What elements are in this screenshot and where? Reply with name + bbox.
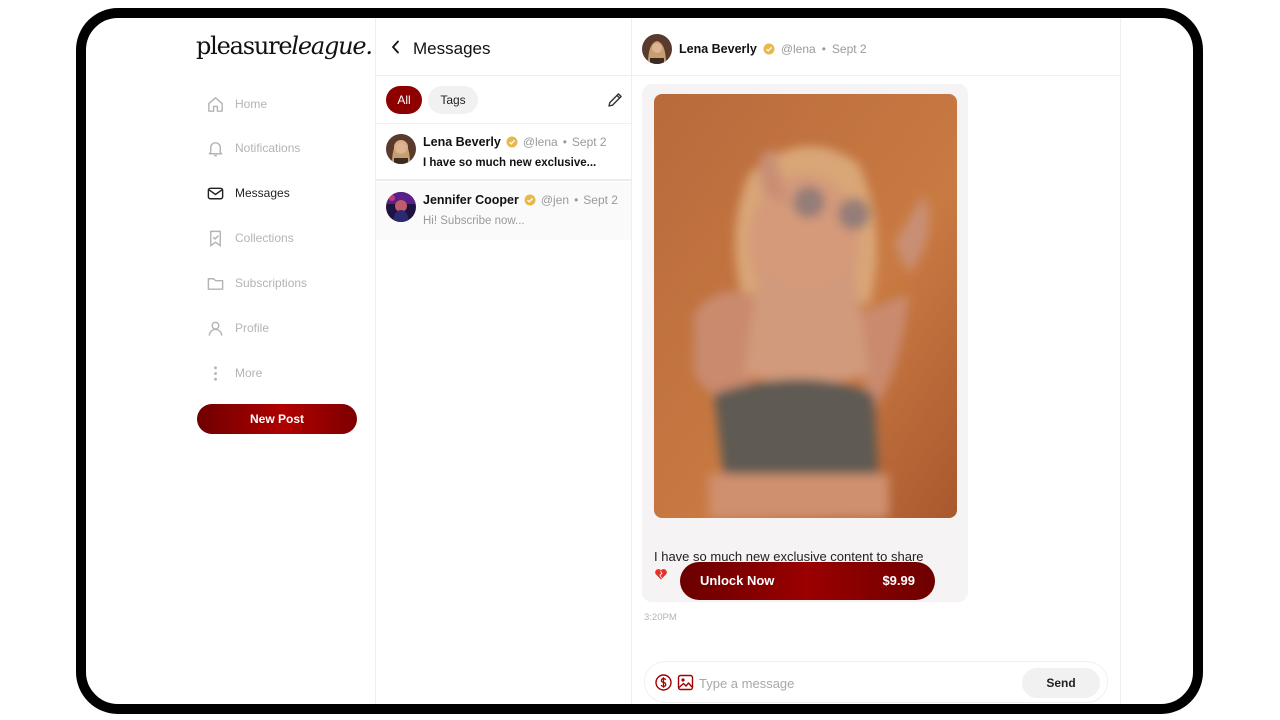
back-arrow-icon[interactable] bbox=[390, 40, 402, 54]
unlock-price: $9.99 bbox=[882, 573, 915, 588]
bookmark-icon bbox=[210, 230, 221, 247]
avatar bbox=[386, 192, 416, 222]
message-composer: Send bbox=[644, 661, 1108, 703]
conversation-item[interactable]: Lena Beverly @lena • Sept 2 I have so mu… bbox=[376, 123, 632, 181]
more-vertical-icon bbox=[214, 365, 217, 381]
heart-emoji-icon bbox=[655, 569, 667, 580]
messages-header: Messages bbox=[376, 18, 632, 76]
sidebar-item-label: More bbox=[235, 366, 263, 380]
new-post-button[interactable]: New Post bbox=[197, 404, 357, 434]
sidebar-item-notifications[interactable]: Notifications bbox=[206, 133, 300, 163]
send-button[interactable]: Send bbox=[1022, 668, 1100, 698]
message-text: I have so much new exclusive content to … bbox=[654, 549, 924, 564]
brand-logo[interactable]: pleasureleague. bbox=[196, 32, 373, 60]
conversation-header: Lena Beverly @lena • Sept 2 bbox=[423, 135, 607, 149]
chat-contact-handle: @lena bbox=[780, 42, 816, 56]
logo-text-regular: pleasure bbox=[196, 32, 293, 60]
separator-dot: • bbox=[562, 135, 567, 149]
avatar[interactable] bbox=[642, 34, 672, 64]
app-screen: pleasureleague. Home Notifications Messa… bbox=[86, 18, 1193, 704]
mail-icon bbox=[207, 187, 224, 199]
sidebar-item-more[interactable]: More bbox=[206, 358, 262, 388]
divider bbox=[1120, 18, 1121, 704]
messages-panel: Messages All Tags Lena Beverly @lena • S… bbox=[376, 18, 632, 704]
sidebar-item-label: Subscriptions bbox=[235, 276, 308, 290]
sidebar-item-label: Collections bbox=[235, 231, 294, 245]
bell-icon bbox=[208, 141, 223, 156]
chat-contact-name[interactable]: Lena Beverly bbox=[679, 42, 757, 56]
verified-badge-icon bbox=[524, 194, 536, 206]
conversation-item[interactable]: Jennifer Cooper @jen • Sept 2 Hi! Subscr… bbox=[376, 182, 632, 240]
dollar-tip-icon[interactable] bbox=[655, 674, 672, 691]
home-icon bbox=[208, 96, 223, 112]
compose-pencil-icon[interactable] bbox=[606, 91, 624, 109]
conversation-handle: @lena bbox=[522, 135, 558, 149]
chat-header-info: Lena Beverly @lena • Sept 2 bbox=[679, 42, 867, 56]
conversation-preview: Hi! Subscribe now... bbox=[423, 215, 525, 227]
conversation-name: Lena Beverly bbox=[423, 135, 501, 149]
separator-dot: • bbox=[821, 42, 826, 56]
conversation-date: Sept 2 bbox=[571, 135, 607, 149]
sidebar-item-profile[interactable]: Profile bbox=[206, 313, 269, 343]
sidebar-item-label: Profile bbox=[235, 321, 270, 335]
message-input[interactable] bbox=[699, 671, 999, 695]
sidebar-item-subscriptions[interactable]: Subscriptions bbox=[206, 268, 307, 298]
separator-dot: • bbox=[574, 193, 579, 207]
conversation-date: Sept 2 bbox=[583, 193, 618, 207]
filter-chip-tags[interactable]: Tags bbox=[428, 86, 478, 114]
verified-badge-icon bbox=[506, 136, 518, 148]
device-frame: pleasureleague. Home Notifications Messa… bbox=[76, 8, 1203, 714]
sidebar-item-label: Messages bbox=[235, 186, 290, 200]
page-title: Messages bbox=[413, 39, 491, 58]
chat-panel: Lena Beverly @lena • Sept 2 Unlock Now $… bbox=[632, 18, 1121, 704]
avatar bbox=[386, 134, 416, 164]
logo-text-italic: league. bbox=[291, 32, 373, 60]
sidebar-item-label: Notifications bbox=[235, 141, 301, 155]
sidebar-item-label: Home bbox=[235, 97, 268, 111]
sidebar-item-collections[interactable]: Collections bbox=[206, 223, 294, 253]
sidebar-item-messages[interactable]: Messages bbox=[206, 178, 290, 208]
conversation-header: Jennifer Cooper @jen • Sept 2 bbox=[423, 193, 618, 207]
filter-chip-all[interactable]: All bbox=[386, 86, 422, 114]
message-bubble: Unlock Now $9.99 I have so much new excl… bbox=[642, 84, 968, 602]
locked-media-preview[interactable] bbox=[654, 94, 957, 518]
folder-icon bbox=[207, 277, 224, 290]
sidebar-item-home[interactable]: Home bbox=[206, 89, 267, 119]
sidebar: pleasureleague. Home Notifications Messa… bbox=[186, 18, 376, 704]
image-attach-icon[interactable] bbox=[677, 674, 694, 691]
unlock-now-button[interactable]: Unlock Now $9.99 bbox=[680, 562, 935, 600]
conversation-name: Jennifer Cooper bbox=[423, 193, 519, 207]
chat-date: Sept 2 bbox=[831, 42, 867, 56]
message-timestamp: 3:20PM bbox=[644, 612, 677, 623]
unlock-label: Unlock Now bbox=[700, 573, 775, 588]
verified-badge-icon bbox=[763, 43, 775, 55]
conversation-handle: @jen bbox=[540, 193, 570, 207]
chat-header: Lena Beverly @lena • Sept 2 bbox=[632, 18, 1121, 76]
user-icon bbox=[208, 321, 223, 336]
conversation-preview: I have so much new exclusive... bbox=[423, 157, 597, 169]
